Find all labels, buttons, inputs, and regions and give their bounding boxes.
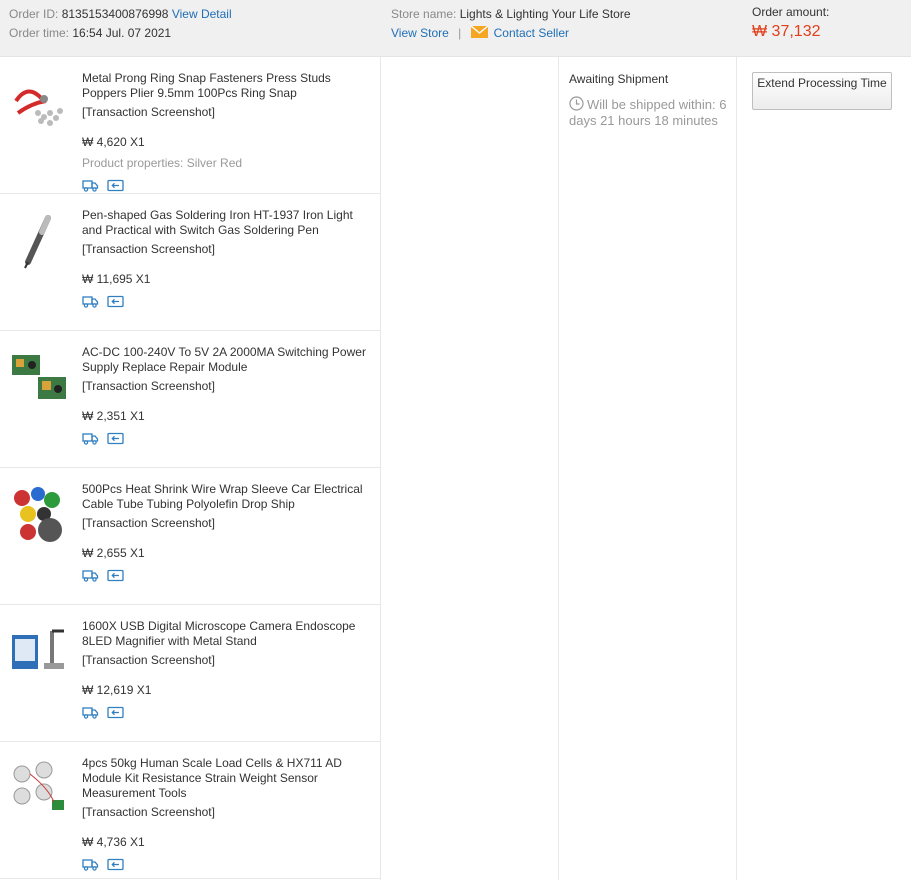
order-id: 8135153400876998: [61, 7, 169, 21]
product-thumbnail[interactable]: [8, 73, 70, 135]
item-tools: [82, 295, 374, 309]
product-title[interactable]: 500Pcs Heat Shrink Wire Wrap Sleeve Car …: [82, 482, 374, 512]
product-info: AC-DC 100-240V To 5V 2A 2000MA Switching…: [82, 345, 374, 446]
item-tools: [82, 858, 374, 872]
return-icon[interactable]: [107, 295, 124, 308]
contact-seller-link[interactable]: Contact Seller: [470, 26, 569, 40]
order-header: Order ID: 8135153400876998 View Detail O…: [0, 0, 911, 57]
contact-seller-label: Contact Seller: [493, 26, 569, 40]
transaction-screenshot-link[interactable]: [Transaction Screenshot]: [82, 242, 374, 257]
order-item: Pen-shaped Gas Soldering Iron HT-1937 Ir…: [0, 194, 380, 331]
mail-icon: [470, 26, 488, 38]
product-info: Metal Prong Ring Snap Fasteners Press St…: [82, 71, 374, 193]
product-price: ₩ 2,351 X1: [82, 409, 145, 423]
store-name-label: Store name:: [391, 7, 457, 21]
product-properties: Product properties: Silver Red: [82, 156, 243, 170]
store-actions: View Store | Contact Seller: [391, 23, 569, 43]
product-title[interactable]: 4pcs 50kg Human Scale Load Cells & HX711…: [82, 756, 374, 801]
view-detail-link[interactable]: View Detail: [172, 7, 232, 21]
item-tools: [82, 179, 374, 193]
transaction-screenshot-link[interactable]: [Transaction Screenshot]: [82, 653, 374, 668]
product-price: ₩ 4,736 X1: [82, 835, 145, 849]
return-icon[interactable]: [107, 179, 124, 192]
product-thumbnail[interactable]: [8, 621, 70, 683]
transaction-screenshot-link[interactable]: [Transaction Screenshot]: [82, 805, 374, 820]
item-tools: [82, 432, 374, 446]
order-id-label: Order ID:: [9, 7, 59, 21]
transaction-screenshot-link[interactable]: [Transaction Screenshot]: [82, 105, 374, 120]
column-divider: [736, 57, 737, 880]
store-name: Lights & Lighting Your Life Store: [459, 7, 631, 21]
return-icon[interactable]: [107, 432, 124, 445]
product-thumbnail[interactable]: [8, 347, 70, 409]
product-price: ₩ 4,620 X1: [82, 135, 145, 149]
truck-icon[interactable]: [82, 706, 99, 719]
order-time: 16:54 Jul. 07 2021: [72, 26, 172, 40]
transaction-screenshot-link[interactable]: [Transaction Screenshot]: [82, 516, 374, 531]
store-name-line: Store name: Lights & Lighting Your Life …: [391, 4, 631, 24]
truck-icon[interactable]: [82, 858, 99, 871]
order-time-line: Order time: 16:54 Jul. 07 2021: [9, 23, 171, 43]
separator: |: [458, 26, 462, 40]
product-price: ₩ 12,619 X1: [82, 683, 152, 697]
truck-icon[interactable]: [82, 432, 99, 445]
order-status: Awaiting Shipment Will be shipped within…: [569, 71, 741, 129]
transaction-screenshot-link[interactable]: [Transaction Screenshot]: [82, 379, 374, 394]
product-title[interactable]: AC-DC 100-240V To 5V 2A 2000MA Switching…: [82, 345, 374, 375]
item-tools: [82, 706, 374, 720]
order-amount: ₩ 37,132: [752, 23, 821, 40]
product-title[interactable]: Metal Prong Ring Snap Fasteners Press St…: [82, 71, 374, 101]
truck-icon[interactable]: [82, 569, 99, 582]
status-title: Awaiting Shipment: [569, 72, 669, 86]
truck-icon[interactable]: [82, 295, 99, 308]
order-amount-label: Order amount:: [752, 5, 830, 19]
product-info: Pen-shaped Gas Soldering Iron HT-1937 Ir…: [82, 208, 374, 309]
product-price: ₩ 11,695 X1: [82, 272, 151, 286]
order-id-line: Order ID: 8135153400876998 View Detail: [9, 4, 232, 24]
product-title[interactable]: 1600X USB Digital Microscope Camera Endo…: [82, 619, 374, 649]
product-thumbnail[interactable]: [8, 210, 70, 272]
return-icon[interactable]: [107, 706, 124, 719]
product-info: 1600X USB Digital Microscope Camera Endo…: [82, 619, 374, 720]
product-thumbnail[interactable]: [8, 758, 70, 820]
order-time-label: Order time:: [9, 26, 70, 40]
order-item: Metal Prong Ring Snap Fasteners Press St…: [0, 57, 380, 194]
ship-note: Will be shipped within: 6 days 21 hours …: [569, 96, 741, 129]
column-divider: [558, 57, 559, 880]
view-store-link[interactable]: View Store: [391, 26, 449, 40]
return-icon[interactable]: [107, 569, 124, 582]
order-item: 500Pcs Heat Shrink Wire Wrap Sleeve Car …: [0, 468, 380, 605]
product-price: ₩ 2,655 X1: [82, 546, 145, 560]
order-item: AC-DC 100-240V To 5V 2A 2000MA Switching…: [0, 331, 380, 468]
return-icon[interactable]: [107, 858, 124, 871]
order-item: 4pcs 50kg Human Scale Load Cells & HX711…: [0, 742, 380, 879]
order-item: 1600X USB Digital Microscope Camera Endo…: [0, 605, 380, 742]
clock-icon: [569, 96, 584, 111]
item-tools: [82, 569, 374, 583]
product-title[interactable]: Pen-shaped Gas Soldering Iron HT-1937 Ir…: [82, 208, 374, 238]
product-info: 4pcs 50kg Human Scale Load Cells & HX711…: [82, 756, 374, 872]
product-info: 500Pcs Heat Shrink Wire Wrap Sleeve Car …: [82, 482, 374, 583]
truck-icon[interactable]: [82, 179, 99, 192]
extend-processing-time-button[interactable]: Extend Processing Time: [752, 72, 892, 110]
product-thumbnail[interactable]: [8, 484, 70, 546]
ship-note-text: Will be shipped within: 6 days 21 hours …: [569, 97, 727, 128]
column-divider: [380, 57, 381, 880]
